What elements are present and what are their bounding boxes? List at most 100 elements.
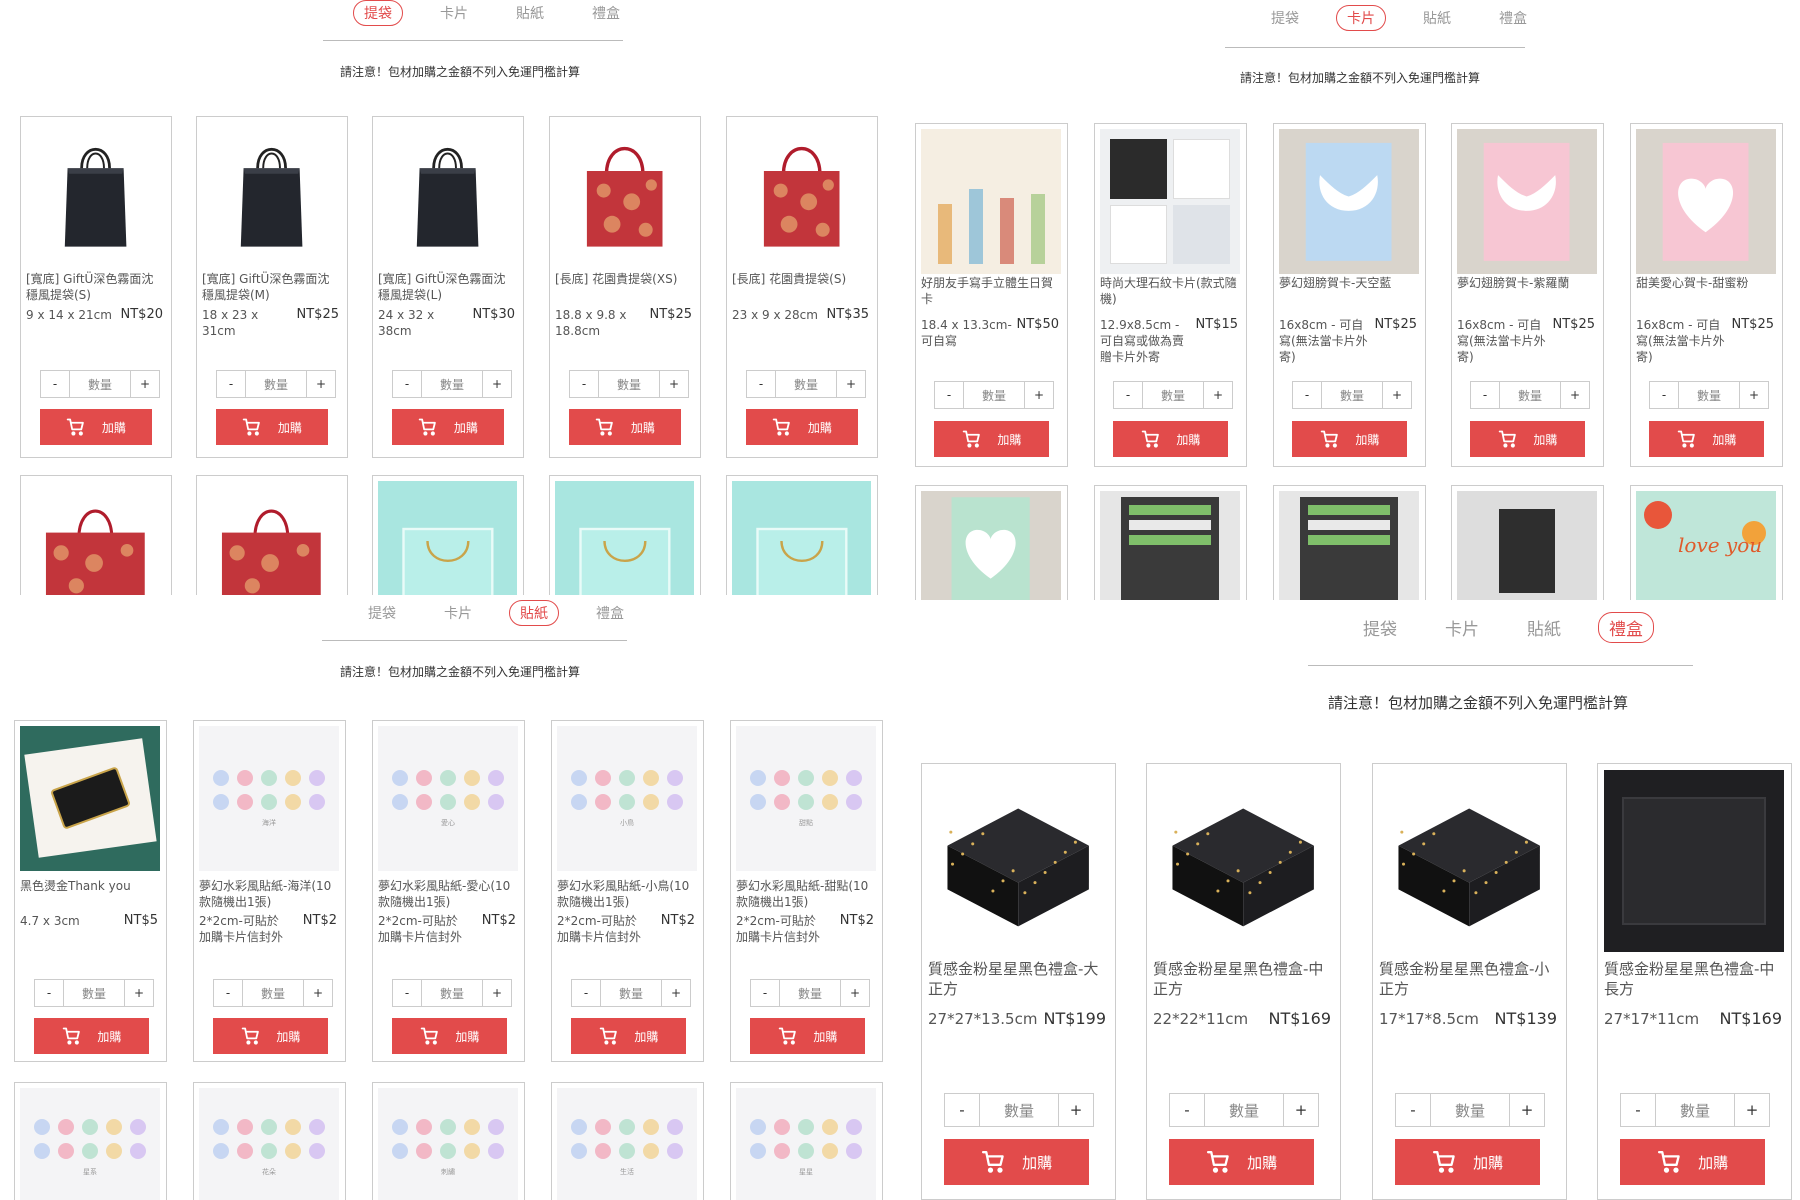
product-image[interactable]: love you (1636, 491, 1776, 600)
add-to-cart-button[interactable]: 加購 (750, 1018, 865, 1054)
decrease-button[interactable]: - (1170, 1094, 1204, 1126)
add-to-cart-button[interactable]: 加購 (392, 409, 504, 445)
tab-stickers[interactable]: 貼紙 (505, 0, 555, 26)
product-name[interactable]: 夢幻水彩風貼紙-小鳥(10款隨機出1張) (557, 879, 696, 910)
tab-cards[interactable]: 卡片 (429, 0, 479, 26)
increase-button[interactable]: + (660, 371, 688, 397)
decrease-button[interactable]: - (35, 980, 63, 1006)
decrease-button[interactable]: - (572, 980, 600, 1006)
product-name[interactable]: [長底] 花園貴提袋(XS) (555, 272, 693, 288)
product-name[interactable]: 質感金粉星星黑色禮盒-小正方 (1379, 960, 1558, 999)
quantity-input[interactable]: 數量 (242, 980, 304, 1006)
product-image[interactable] (928, 770, 1108, 952)
add-to-cart-button[interactable]: 加購 (1292, 421, 1407, 457)
increase-button[interactable]: + (662, 980, 690, 1006)
quantity-input[interactable]: 數量 (1678, 382, 1740, 408)
increase-button[interactable]: + (1740, 382, 1768, 408)
add-to-cart-button[interactable]: 加購 (571, 1018, 686, 1054)
product-image[interactable] (378, 122, 517, 262)
product-image[interactable] (732, 481, 871, 595)
product-image[interactable] (921, 129, 1061, 274)
add-to-cart-button[interactable]: 加購 (944, 1139, 1089, 1185)
product-image[interactable]: 星星 (736, 1088, 876, 1200)
product-image[interactable]: 愛心 (378, 726, 518, 871)
add-to-cart-button[interactable]: 加購 (934, 421, 1049, 457)
quantity-input[interactable]: 數量 (1204, 1094, 1284, 1126)
tab-cards[interactable]: 卡片 (433, 600, 483, 626)
quantity-input[interactable]: 數量 (245, 371, 307, 397)
add-to-cart-button[interactable]: 加購 (1649, 421, 1764, 457)
add-to-cart-button[interactable]: 加購 (34, 1018, 149, 1054)
decrease-button[interactable]: - (1396, 1094, 1430, 1126)
product-name[interactable]: 夢幻水彩風貼紙-甜點(10款隨機出1張) (736, 879, 875, 910)
product-name[interactable]: 夢幻翅膀賀卡-紫羅蘭 (1457, 276, 1596, 292)
quantity-input[interactable]: 數量 (779, 980, 841, 1006)
add-to-cart-button[interactable]: 加購 (1169, 1139, 1314, 1185)
product-name[interactable]: 質感金粉星星黑色禮盒-大正方 (928, 960, 1107, 999)
add-to-cart-button[interactable]: 加購 (746, 409, 858, 445)
quantity-input[interactable]: 數量 (69, 371, 131, 397)
product-image[interactable] (1153, 770, 1333, 952)
add-to-cart-button[interactable]: 加購 (216, 409, 328, 445)
tab-stickers[interactable]: 貼紙 (1412, 5, 1462, 31)
product-image[interactable] (20, 726, 160, 871)
increase-button[interactable]: + (304, 980, 332, 1006)
tab-bags[interactable]: 提袋 (1260, 5, 1310, 31)
quantity-input[interactable]: 數量 (598, 371, 660, 397)
product-image[interactable] (921, 491, 1061, 600)
quantity-input[interactable]: 數量 (421, 980, 483, 1006)
product-image[interactable] (1457, 491, 1597, 600)
tab-bags[interactable]: 提袋 (1352, 612, 1408, 643)
quantity-input[interactable]: 數量 (421, 371, 483, 397)
tab-stickers[interactable]: 貼紙 (509, 600, 559, 626)
decrease-button[interactable]: - (217, 371, 245, 397)
decrease-button[interactable]: - (935, 382, 963, 408)
decrease-button[interactable]: - (393, 980, 421, 1006)
tab-cards[interactable]: 卡片 (1336, 5, 1386, 31)
increase-button[interactable]: + (1025, 382, 1053, 408)
product-image[interactable]: 花朵 (199, 1088, 339, 1200)
decrease-button[interactable]: - (1293, 382, 1321, 408)
product-name[interactable]: [寬底] GiftÜ深色霧面沈穩風提袋(L) (378, 272, 516, 303)
decrease-button[interactable]: - (945, 1094, 979, 1126)
decrease-button[interactable]: - (747, 371, 775, 397)
tab-boxes[interactable]: 禮盒 (585, 600, 635, 626)
product-name[interactable]: 好朋友手寫手立體生日賀卡 (921, 276, 1060, 307)
increase-button[interactable]: + (1561, 382, 1589, 408)
add-to-cart-button[interactable]: 加購 (1113, 421, 1228, 457)
product-image[interactable]: 海洋 (199, 726, 339, 871)
product-image[interactable] (26, 122, 165, 262)
increase-button[interactable]: + (1284, 1094, 1318, 1126)
increase-button[interactable]: + (1204, 382, 1232, 408)
tab-bags[interactable]: 提袋 (357, 600, 407, 626)
quantity-input[interactable]: 數量 (1499, 382, 1561, 408)
product-name[interactable]: [寬底] GiftÜ深色霧面沈穩風提袋(S) (26, 272, 164, 303)
product-image[interactable]: 生活 (557, 1088, 697, 1200)
product-image[interactable] (1457, 129, 1597, 274)
product-image[interactable] (1604, 770, 1784, 952)
product-image[interactable] (378, 481, 517, 595)
increase-button[interactable]: + (131, 371, 159, 397)
product-name[interactable]: 質感金粉星星黑色禮盒-中長方 (1604, 960, 1783, 999)
add-to-cart-button[interactable]: 加購 (1620, 1139, 1765, 1185)
decrease-button[interactable]: - (1471, 382, 1499, 408)
decrease-button[interactable]: - (1114, 382, 1142, 408)
increase-button[interactable]: + (1735, 1094, 1769, 1126)
product-image[interactable]: 星系 (20, 1088, 160, 1200)
decrease-button[interactable]: - (393, 371, 421, 397)
product-image[interactable] (1100, 491, 1240, 600)
product-name[interactable]: 黑色燙金Thank you (20, 879, 159, 895)
increase-button[interactable]: + (841, 980, 869, 1006)
add-to-cart-button[interactable]: 加購 (1470, 421, 1585, 457)
quantity-input[interactable]: 數量 (1430, 1094, 1510, 1126)
quantity-input[interactable]: 數量 (979, 1094, 1059, 1126)
product-image[interactable] (1279, 129, 1419, 274)
product-name[interactable]: 夢幻水彩風貼紙-海洋(10款隨機出1張) (199, 879, 338, 910)
tab-bags[interactable]: 提袋 (353, 0, 403, 26)
quantity-input[interactable]: 數量 (63, 980, 125, 1006)
add-to-cart-button[interactable]: 加購 (40, 409, 152, 445)
tab-boxes[interactable]: 禮盒 (1598, 612, 1654, 643)
quantity-input[interactable]: 數量 (600, 980, 662, 1006)
quantity-input[interactable]: 數量 (1142, 382, 1204, 408)
product-image[interactable] (555, 481, 694, 595)
